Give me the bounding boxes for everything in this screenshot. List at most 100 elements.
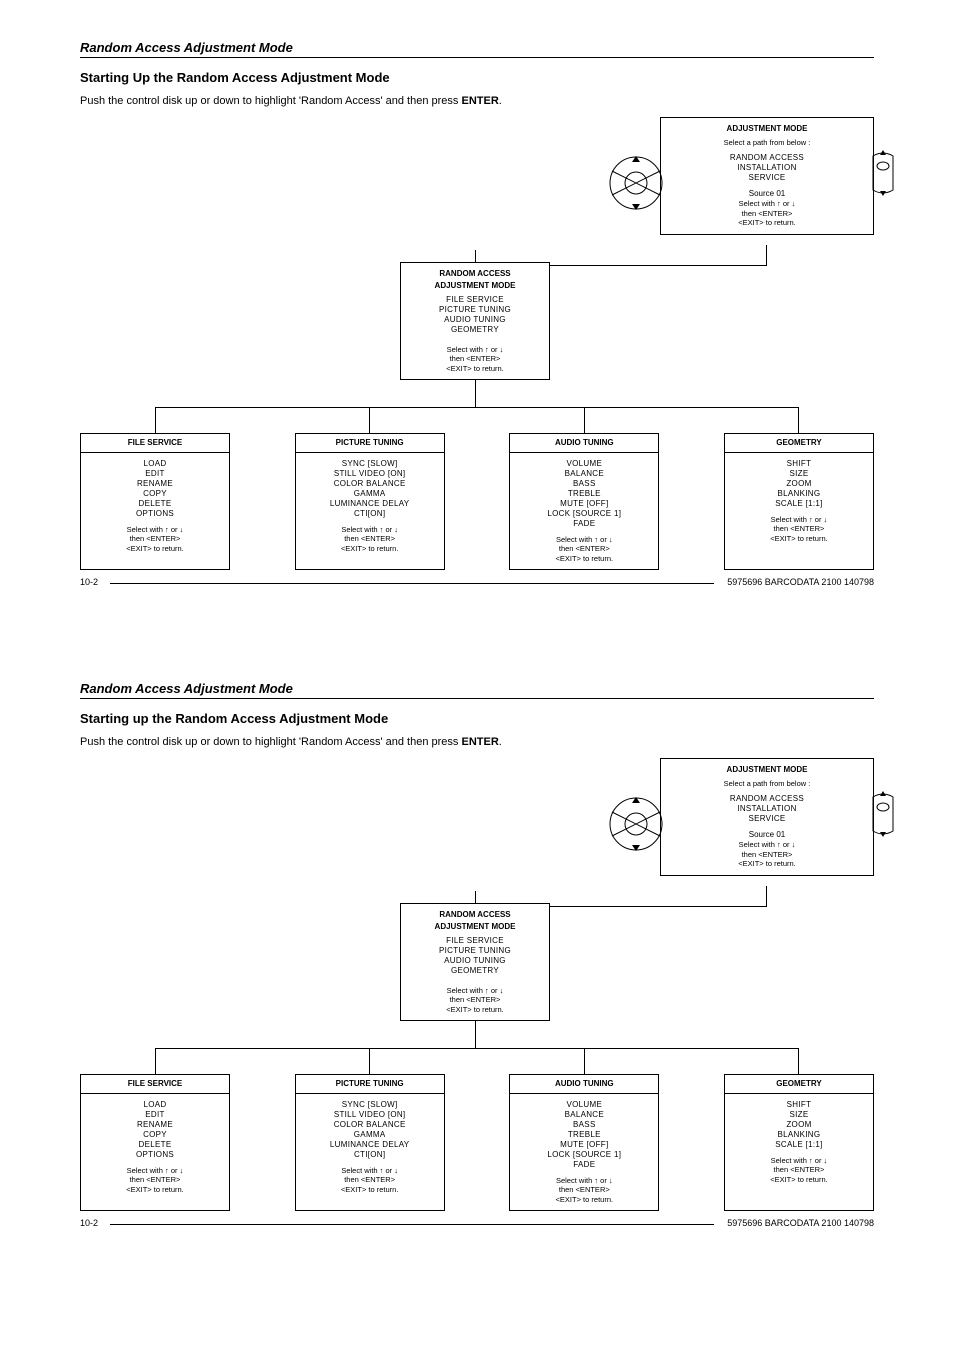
pt-item-sync[interactable]: SYNC [SLOW]	[296, 459, 444, 469]
geo-item-shift[interactable]: SHIFT	[725, 459, 873, 469]
at-hint1: Select with ↑ or ↓	[510, 1176, 658, 1185]
adj-item-installation[interactable]: INSTALLATION	[669, 804, 865, 814]
intro-enter: ENTER	[461, 736, 498, 748]
fs-item-copy[interactable]: COPY	[81, 1130, 229, 1140]
connector-line	[155, 407, 799, 408]
geo-item-scale[interactable]: SCALE [1:1]	[725, 1140, 873, 1150]
at-item-lock[interactable]: LOCK [SOURCE 1]	[510, 509, 658, 519]
fs-item-options[interactable]: OPTIONS	[81, 1150, 229, 1160]
adjustment-mode-subtitle: Select a path from below :	[669, 138, 865, 147]
ra-item-file-service[interactable]: FILE SERVICE	[409, 295, 541, 305]
page-footer: 10-2 5975696 BARCODATA 2100 140798	[80, 577, 874, 591]
page-header: Random Access Adjustment Mode	[80, 681, 874, 699]
pt-item-colorbal[interactable]: COLOR BALANCE	[296, 1120, 444, 1130]
pt-item-lumdelay[interactable]: LUMINANCE DELAY	[296, 1140, 444, 1150]
geo-item-blanking[interactable]: BLANKING	[725, 489, 873, 499]
ra-item-geometry[interactable]: GEOMETRY	[409, 966, 541, 976]
adj-item-random-access[interactable]: RANDOM ACCESS	[669, 153, 865, 163]
pt-hint3: <EXIT> to return.	[296, 544, 444, 553]
geo-hint2: then <ENTER>	[725, 524, 873, 533]
geo-item-blanking[interactable]: BLANKING	[725, 1130, 873, 1140]
pt-hint1: Select with ↑ or ↓	[296, 525, 444, 534]
fs-item-rename[interactable]: RENAME	[81, 1120, 229, 1130]
at-hint2: then <ENTER>	[510, 544, 658, 553]
intro-text: Push the control disk up or down to high…	[80, 736, 874, 748]
at-item-fade[interactable]: FADE	[510, 1160, 658, 1170]
geometry-screen: GEOMETRY SHIFT SIZE ZOOM BLANKING SCALE …	[724, 1074, 874, 1211]
fs-item-load[interactable]: LOAD	[81, 1100, 229, 1110]
pt-item-lumdelay[interactable]: LUMINANCE DELAY	[296, 499, 444, 509]
at-item-balance[interactable]: BALANCE	[510, 469, 658, 479]
fs-item-edit[interactable]: EDIT	[81, 1110, 229, 1120]
at-item-bass[interactable]: BASS	[510, 1120, 658, 1130]
ra-item-file-service[interactable]: FILE SERVICE	[409, 936, 541, 946]
fs-item-options[interactable]: OPTIONS	[81, 509, 229, 519]
ra-hint2: then <ENTER>	[409, 995, 541, 1004]
pt-item-still[interactable]: STILL VIDEO [ON]	[296, 1110, 444, 1120]
ra-title2: ADJUSTMENT MODE	[409, 281, 541, 291]
fs-item-load[interactable]: LOAD	[81, 459, 229, 469]
geo-item-zoom[interactable]: ZOOM	[725, 479, 873, 489]
pt-item-still[interactable]: STILL VIDEO [ON]	[296, 469, 444, 479]
fs-item-edit[interactable]: EDIT	[81, 469, 229, 479]
adj-item-service[interactable]: SERVICE	[669, 814, 865, 824]
at-item-bass[interactable]: BASS	[510, 479, 658, 489]
at-item-fade[interactable]: FADE	[510, 519, 658, 529]
at-item-treble[interactable]: TREBLE	[510, 1130, 658, 1140]
connector-line	[155, 1048, 799, 1049]
ra-hint3: <EXIT> to return.	[409, 364, 541, 373]
pt-item-colorbal[interactable]: COLOR BALANCE	[296, 479, 444, 489]
control-disk-right-icon	[869, 789, 905, 839]
geo-hint: Select with ↑ or ↓ then <ENTER> <EXIT> t…	[725, 1150, 873, 1190]
picture-tuning-title: PICTURE TUNING	[296, 1075, 444, 1094]
geo-item-scale[interactable]: SCALE [1:1]	[725, 499, 873, 509]
geo-item-size[interactable]: SIZE	[725, 1110, 873, 1120]
ra-item-geometry[interactable]: GEOMETRY	[409, 325, 541, 335]
geometry-title: GEOMETRY	[725, 1075, 873, 1094]
at-item-mute[interactable]: MUTE [OFF]	[510, 499, 658, 509]
fs-item-delete[interactable]: DELETE	[81, 499, 229, 509]
connector-line	[369, 1048, 370, 1074]
pt-hint2: then <ENTER>	[296, 534, 444, 543]
fs-hint3: <EXIT> to return.	[81, 544, 229, 553]
pt-item-sync[interactable]: SYNC [SLOW]	[296, 1100, 444, 1110]
page-1: Random Access Adjustment Mode Starting U…	[0, 0, 954, 621]
pt-item-cti[interactable]: CTI[ON]	[296, 509, 444, 519]
geo-item-zoom[interactable]: ZOOM	[725, 1120, 873, 1130]
at-hint: Select with ↑ or ↓ then <ENTER> <EXIT> t…	[510, 1170, 658, 1210]
fs-item-rename[interactable]: RENAME	[81, 479, 229, 489]
adjustment-mode-items: RANDOM ACCESS INSTALLATION SERVICE	[669, 153, 865, 183]
at-item-lock[interactable]: LOCK [SOURCE 1]	[510, 1150, 658, 1160]
ra-item-audio-tuning[interactable]: AUDIO TUNING	[409, 315, 541, 325]
geo-item-shift[interactable]: SHIFT	[725, 1100, 873, 1110]
adj-item-random-access[interactable]: RANDOM ACCESS	[669, 794, 865, 804]
adjustment-mode-hint3: <EXIT> to return.	[669, 859, 865, 868]
intro-text: Push the control disk up or down to high…	[80, 95, 874, 107]
adjustment-mode-screen: ADJUSTMENT MODE Select a path from below…	[660, 758, 874, 876]
pt-hint: Select with ↑ or ↓ then <ENTER> <EXIT> t…	[296, 519, 444, 559]
fs-hint3: <EXIT> to return.	[81, 1185, 229, 1194]
adjustment-mode-hint1: Select with ↑ or ↓	[669, 199, 865, 208]
adj-item-installation[interactable]: INSTALLATION	[669, 163, 865, 173]
at-item-mute[interactable]: MUTE [OFF]	[510, 1140, 658, 1150]
ra-item-audio-tuning[interactable]: AUDIO TUNING	[409, 956, 541, 966]
at-item-balance[interactable]: BALANCE	[510, 1110, 658, 1120]
pt-item-gamma[interactable]: GAMMA	[296, 489, 444, 499]
footer-code: 5975696 BARCODATA 2100 140798	[727, 1218, 874, 1228]
at-item-volume[interactable]: VOLUME	[510, 1100, 658, 1110]
ra-title1: RANDOM ACCESS	[409, 910, 541, 920]
fs-item-delete[interactable]: DELETE	[81, 1140, 229, 1150]
connector-line	[155, 1048, 156, 1074]
ra-item-picture-tuning[interactable]: PICTURE TUNING	[409, 305, 541, 315]
pt-item-gamma[interactable]: GAMMA	[296, 1130, 444, 1140]
geo-hint2: then <ENTER>	[725, 1165, 873, 1174]
fs-item-copy[interactable]: COPY	[81, 489, 229, 499]
pt-item-cti[interactable]: CTI[ON]	[296, 1150, 444, 1160]
at-item-treble[interactable]: TREBLE	[510, 489, 658, 499]
at-item-volume[interactable]: VOLUME	[510, 459, 658, 469]
adj-item-service[interactable]: SERVICE	[669, 173, 865, 183]
adjustment-mode-hint1: Select with ↑ or ↓	[669, 840, 865, 849]
ra-item-picture-tuning[interactable]: PICTURE TUNING	[409, 946, 541, 956]
geo-item-size[interactable]: SIZE	[725, 469, 873, 479]
page-header: Random Access Adjustment Mode	[80, 40, 874, 58]
